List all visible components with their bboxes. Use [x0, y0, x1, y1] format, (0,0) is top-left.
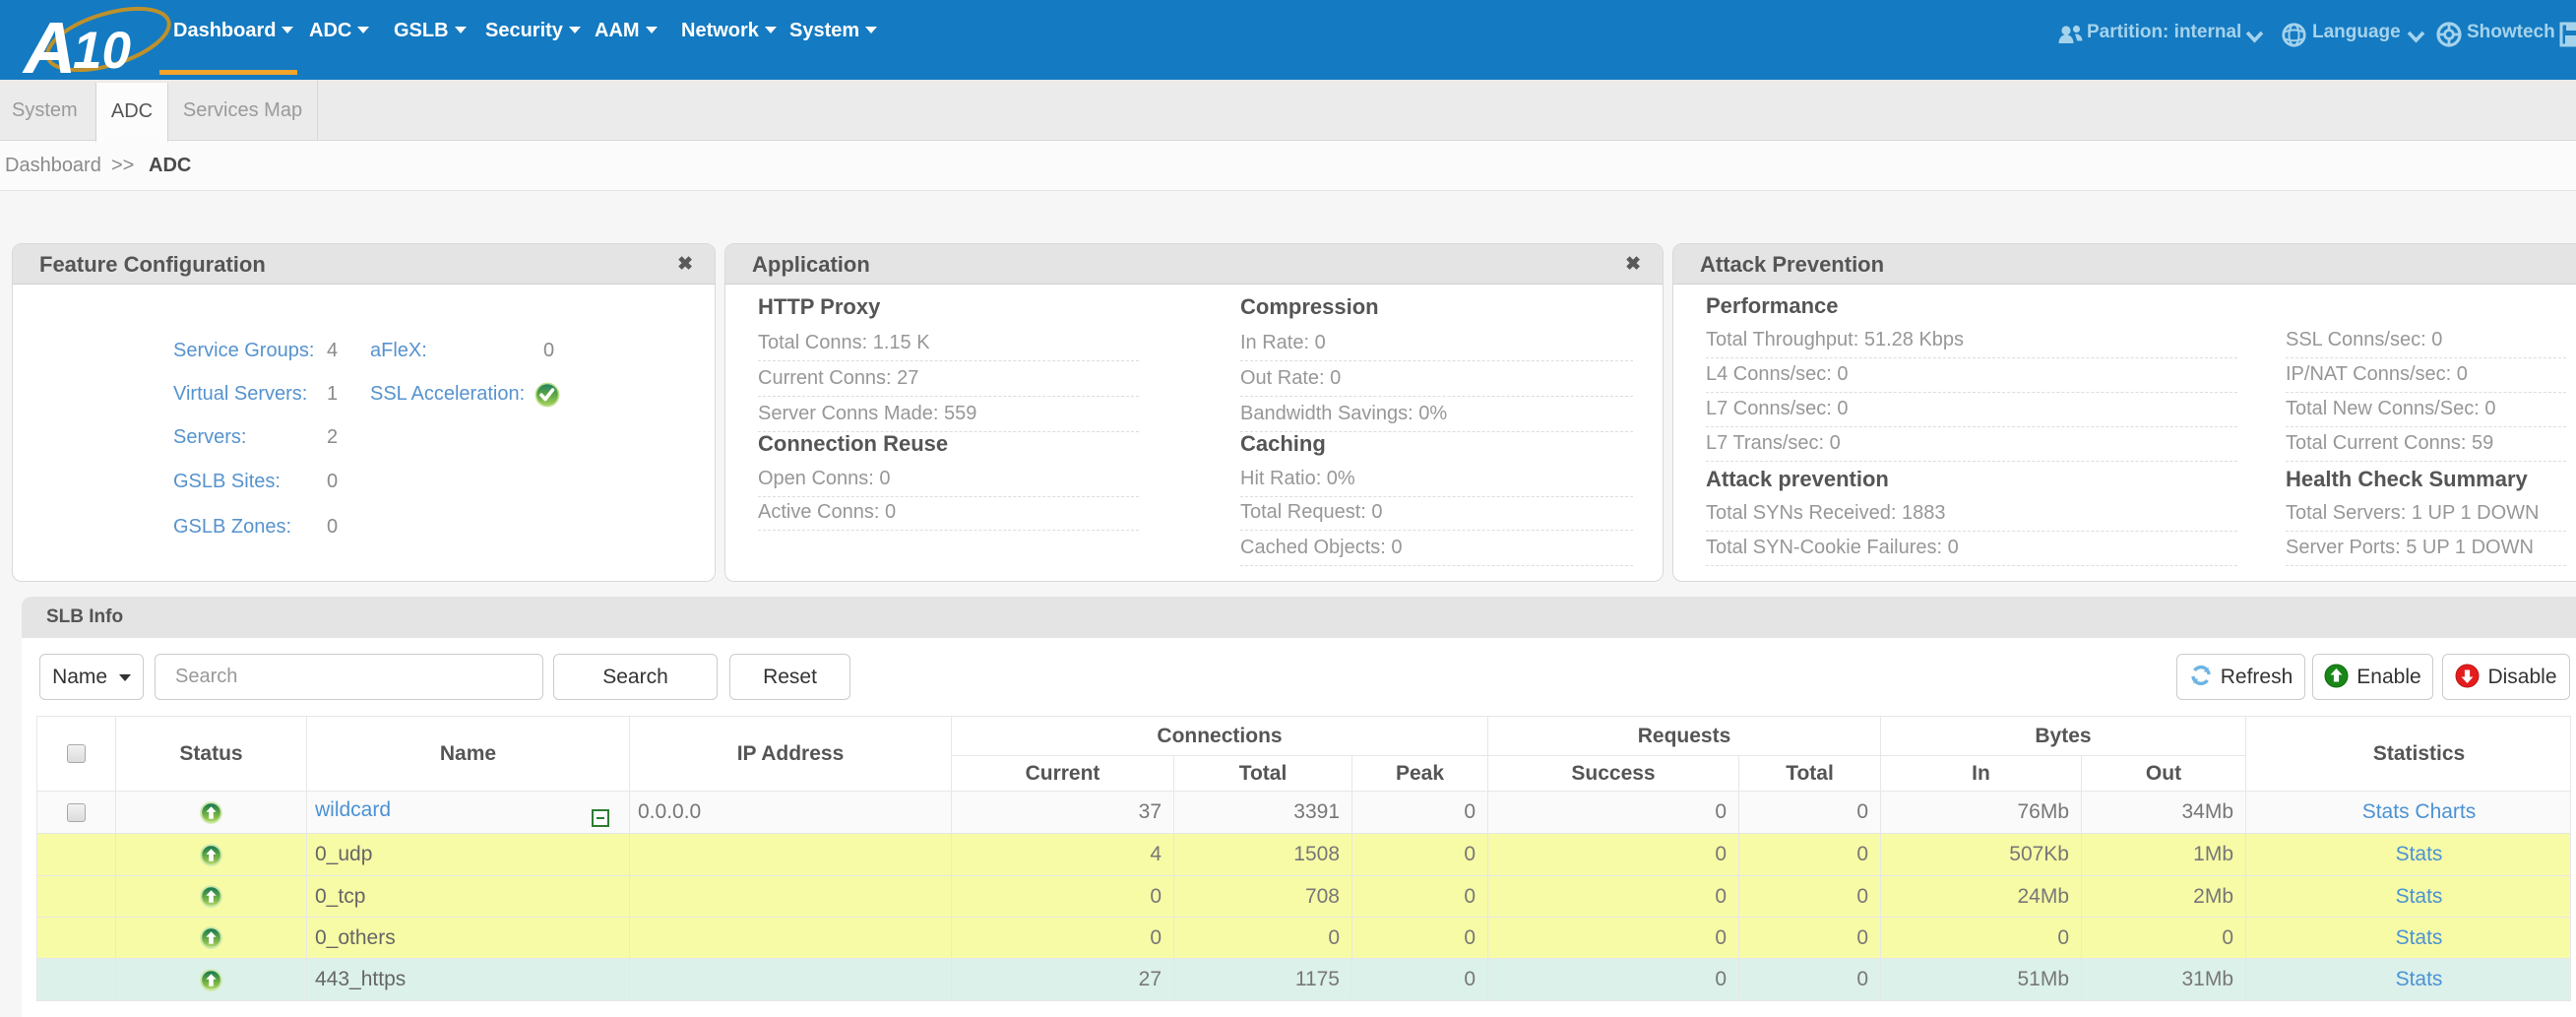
- svg-text:10: 10: [73, 22, 131, 80]
- svg-text:A: A: [22, 7, 76, 81]
